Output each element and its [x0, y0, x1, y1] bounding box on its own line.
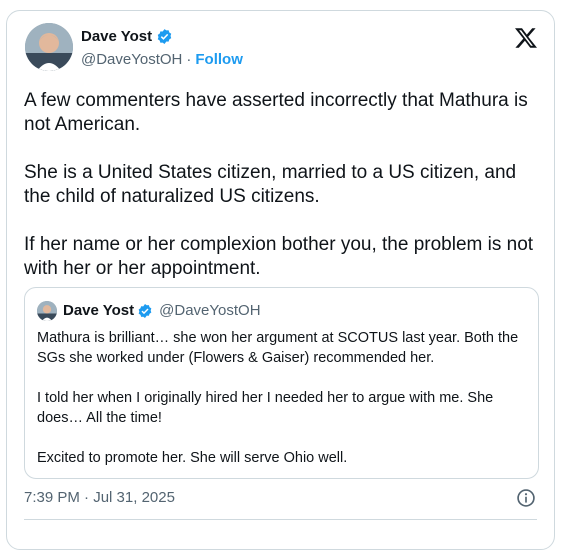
- quoted-paragraph: I told her when I originally hired her I…: [37, 390, 494, 426]
- tweet-timestamp[interactable]: 7:39 PM · Jul 31, 2025: [24, 489, 175, 506]
- follow-button[interactable]: Follow: [195, 51, 243, 68]
- tweet-paragraph: If her name or her complexion bother you…: [24, 234, 534, 279]
- timestamp-separator: ·: [79, 489, 94, 506]
- handle-separator: ·: [186, 51, 192, 68]
- author-handle[interactable]: @DaveYostOH: [81, 51, 182, 68]
- verified-badge-icon: [138, 303, 152, 318]
- quoted-paragraph: Excited to promote her. She will serve O…: [37, 450, 348, 466]
- tweet-text: A few commenters have asserted incorrect…: [24, 89, 539, 305]
- tweet-date[interactable]: Jul 31, 2025: [93, 489, 175, 506]
- quoted-author-handle: @DaveYostOH: [159, 302, 261, 319]
- x-logo-icon[interactable]: [514, 26, 538, 50]
- tweet-paragraph: She is a United States citizen, married …: [24, 162, 517, 207]
- tweet-card: Dave Yost @DaveYostOH · Follow A few com…: [6, 10, 555, 550]
- divider: [24, 519, 537, 520]
- info-icon[interactable]: [516, 488, 536, 508]
- quoted-author-avatar: [37, 301, 57, 321]
- quoted-author-name: Dave Yost: [63, 302, 135, 319]
- author-name[interactable]: Dave Yost: [81, 28, 152, 45]
- quoted-paragraph: Mathura is brilliant… she won her argume…: [37, 330, 519, 366]
- tweet-paragraph: A few commenters have asserted incorrect…: [24, 90, 528, 135]
- author-avatar[interactable]: [25, 23, 73, 71]
- quoted-tweet[interactable]: Dave Yost @DaveYostOH Mathura is brillia…: [24, 287, 539, 479]
- quoted-tweet-text: Mathura is brilliant… she won her argume…: [37, 328, 532, 488]
- tweet-time[interactable]: 7:39 PM: [24, 489, 80, 506]
- verified-badge-icon: [157, 29, 172, 44]
